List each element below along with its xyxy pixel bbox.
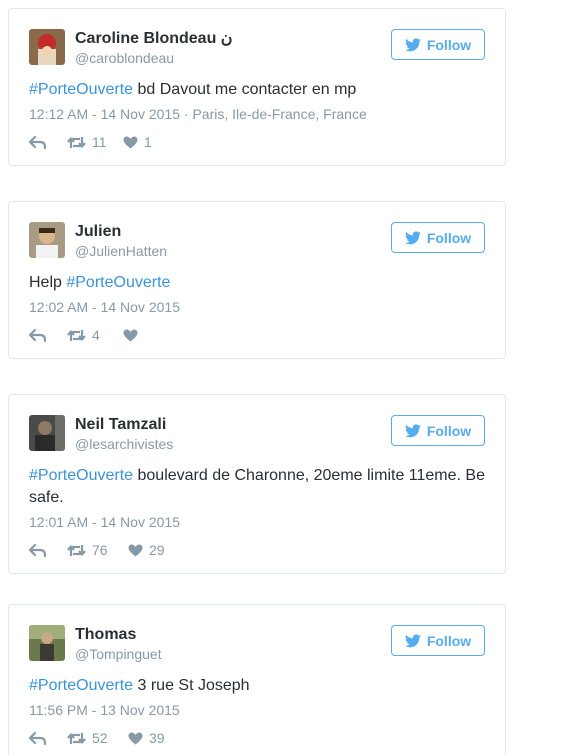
tweet-meta: 12:02 AM - 14 Nov 2015 <box>29 299 180 315</box>
hashtag-link[interactable]: #PorteOuverte <box>29 81 133 98</box>
reply-button[interactable] <box>29 328 47 342</box>
retweet-button[interactable]: 4 <box>67 327 123 343</box>
follow-button[interactable]: Follow <box>391 415 485 446</box>
display-name[interactable]: Thomas <box>75 625 162 645</box>
user-info: Caroline Blondeau ن @caroblondeau <box>75 29 233 67</box>
user-handle[interactable]: @lesarchivistes <box>75 435 173 453</box>
user-info: Thomas @Tompinguet <box>75 625 162 663</box>
follow-label: Follow <box>426 36 472 53</box>
timestamp[interactable]: 12:01 AM - 14 Nov 2015 <box>29 514 180 530</box>
like-count: 39 <box>149 730 165 746</box>
reply-icon <box>29 135 46 149</box>
retweet-icon <box>67 136 86 148</box>
retweet-button[interactable]: 52 <box>67 730 128 746</box>
tweet-actions: 4 <box>29 326 154 344</box>
retweet-icon <box>67 732 86 744</box>
retweet-button[interactable]: 76 <box>67 542 128 558</box>
tweet-card: Thomas @Tompinguet Follow #PorteOuverte … <box>8 604 506 755</box>
like-count: 1 <box>144 134 152 150</box>
user-info: Julien @JulienHatten <box>75 222 167 260</box>
follow-button[interactable]: Follow <box>391 29 485 60</box>
reply-icon <box>29 731 46 745</box>
tweet-actions: 11 1 <box>29 133 154 151</box>
follow-label: Follow <box>426 632 472 649</box>
hashtag-link[interactable]: #PorteOuverte <box>29 467 133 484</box>
reply-icon <box>29 328 46 342</box>
like-button[interactable]: 1 <box>123 134 154 150</box>
follow-button[interactable]: Follow <box>391 222 485 253</box>
avatar[interactable] <box>29 222 65 258</box>
reply-button[interactable] <box>29 543 47 557</box>
avatar[interactable] <box>29 415 65 451</box>
retweet-icon <box>67 329 86 341</box>
tweet-meta: 11:56 PM - 13 Nov 2015 <box>29 702 180 718</box>
tweet-meta: 12:01 AM - 14 Nov 2015 <box>29 514 180 530</box>
like-button[interactable] <box>123 329 154 342</box>
heart-icon <box>128 544 143 556</box>
follow-label: Follow <box>426 422 472 439</box>
tweet-text: Help #PorteOuverte <box>29 272 487 294</box>
retweet-icon <box>67 544 86 556</box>
like-button[interactable]: 39 <box>128 730 165 746</box>
user-info: Neil Tamzali @lesarchivistes <box>75 415 173 453</box>
display-name[interactable]: Neil Tamzali <box>75 415 173 435</box>
like-count: 29 <box>149 542 165 558</box>
reply-button[interactable] <box>29 135 47 149</box>
tweet-text: #PorteOuverte boulevard de Charonne, 20e… <box>29 465 487 509</box>
twitter-bird-icon <box>404 37 421 51</box>
user-handle[interactable]: @Tompinguet <box>75 645 162 663</box>
like-button[interactable]: 29 <box>128 542 165 558</box>
avatar[interactable] <box>29 29 65 65</box>
hashtag-link[interactable]: #PorteOuverte <box>29 677 133 694</box>
reply-icon <box>29 543 46 557</box>
tweet-card: Neil Tamzali @lesarchivistes Follow #Por… <box>8 394 506 574</box>
tweet-body: bd Davout me contacter en mp <box>133 81 357 98</box>
tweet-actions: 52 39 <box>29 729 165 747</box>
heart-icon <box>123 329 138 341</box>
tweet-card: Julien @JulienHatten Follow Help #PorteO… <box>8 201 506 359</box>
follow-button[interactable]: Follow <box>391 625 485 656</box>
user-handle[interactable]: @caroblondeau <box>75 49 233 67</box>
reply-button[interactable] <box>29 731 47 745</box>
tweet-card: Caroline Blondeau ن @caroblondeau Follow… <box>8 8 506 166</box>
tweet-text: #PorteOuverte bd Davout me contacter en … <box>29 79 487 101</box>
user-handle[interactable]: @JulienHatten <box>75 242 167 260</box>
tweet-prefix: Help <box>29 274 67 291</box>
tweet-body: 3 rue St Joseph <box>133 677 250 694</box>
timestamp[interactable]: 12:12 AM - 14 Nov 2015 <box>29 106 180 122</box>
tweet-actions: 76 29 <box>29 541 165 559</box>
location[interactable]: · Paris, Ile-de-France, France <box>180 106 367 122</box>
timestamp[interactable]: 11:56 PM - 13 Nov 2015 <box>29 702 180 718</box>
retweet-count: 11 <box>92 134 107 150</box>
tweet-meta: 12:12 AM - 14 Nov 2015 · Paris, Ile-de-F… <box>29 106 367 122</box>
retweet-count: 4 <box>92 327 100 343</box>
retweet-button[interactable]: 11 <box>67 134 123 150</box>
display-name[interactable]: Caroline Blondeau ن <box>75 29 233 49</box>
timestamp[interactable]: 12:02 AM - 14 Nov 2015 <box>29 299 180 315</box>
heart-icon <box>128 732 143 744</box>
twitter-bird-icon <box>404 633 421 647</box>
retweet-count: 76 <box>92 542 108 558</box>
heart-icon <box>123 136 138 148</box>
twitter-bird-icon <box>404 230 421 244</box>
twitter-bird-icon <box>404 423 421 437</box>
tweet-text: #PorteOuverte 3 rue St Joseph <box>29 675 487 697</box>
retweet-count: 52 <box>92 730 108 746</box>
display-name[interactable]: Julien <box>75 222 167 242</box>
hashtag-link[interactable]: #PorteOuverte <box>66 274 170 291</box>
avatar[interactable] <box>29 625 65 661</box>
follow-label: Follow <box>426 229 472 246</box>
